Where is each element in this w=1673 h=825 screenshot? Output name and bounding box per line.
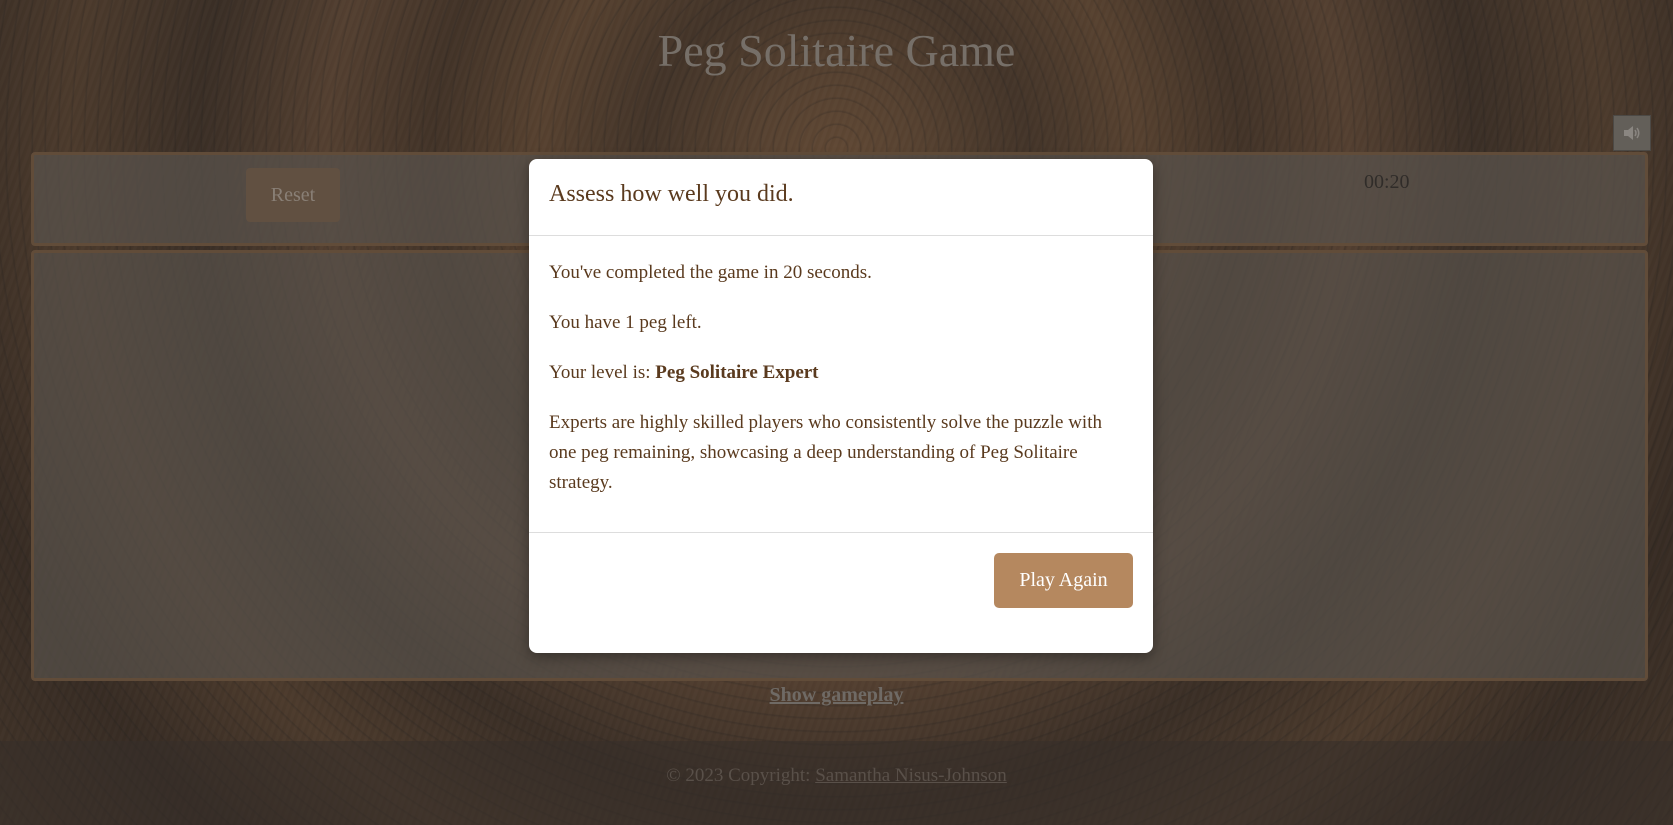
completion-time-text: You've completed the game in 20 seconds. (549, 262, 872, 283)
level-line: Your level is: Peg Solitaire Expert (549, 358, 1133, 388)
level-prefix: Your level is: (549, 362, 656, 383)
level-value: Peg Solitaire Expert (655, 362, 819, 383)
modal-body: You've completed the game in 20 seconds.… (529, 236, 1153, 533)
pegs-left-text: You have 1 peg left. (549, 312, 702, 333)
modal-footer: Play Again (529, 533, 1153, 651)
level-description: Experts are highly skilled players who c… (549, 412, 1102, 493)
results-modal: Assess how well you did. You've complete… (529, 159, 1153, 653)
play-again-button[interactable]: Play Again (994, 553, 1133, 608)
modal-title: Assess how well you did. (549, 181, 794, 207)
modal-header: Assess how well you did. (529, 159, 1153, 236)
